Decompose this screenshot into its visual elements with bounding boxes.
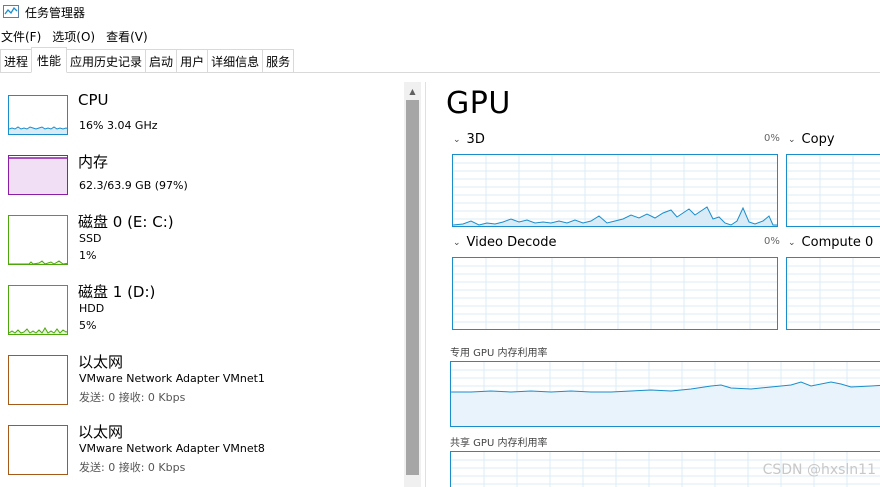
memory-thumbnail-graph: [8, 155, 68, 195]
engine-3d-graph: [452, 154, 778, 227]
chevron-down-icon: ⌄: [788, 237, 796, 248]
ethernet1-name: 以太网: [78, 353, 124, 371]
engine-selector-compute0[interactable]: ⌄ Compute 0: [788, 235, 873, 250]
engine-name-3d: 3D: [466, 132, 485, 147]
title-bar: 任务管理器: [0, 0, 880, 24]
menu-file[interactable]: 文件(F): [0, 28, 45, 45]
resource-list-scrollbar[interactable]: ▲: [404, 82, 421, 487]
ethernet1-adapter: VMware Network Adapter VMnet1: [79, 372, 265, 385]
resource-item-ethernet-vmnet8[interactable]: 以太网 VMware Network Adapter VMnet8 发送: 0 …: [0, 420, 404, 487]
task-manager-app-icon: [3, 5, 19, 19]
engine-name-compute0: Compute 0: [801, 235, 874, 250]
ethernet2-throughput: 发送: 0 接收: 0 Kbps: [79, 461, 186, 474]
engine-copy-graph: [786, 154, 880, 227]
tab-services[interactable]: 服务: [262, 49, 295, 72]
scroll-up-arrow-icon[interactable]: ▲: [404, 84, 421, 98]
ethernet2-name: 以太网: [78, 423, 124, 441]
tab-app-history[interactable]: 应用历史记录: [66, 49, 147, 72]
chevron-down-icon: ⌄: [453, 134, 461, 145]
tab-startup[interactable]: 启动: [145, 49, 178, 72]
tab-bar: 进程 性能 应用历史记录 启动 用户 详细信息 服务: [0, 47, 880, 73]
ethernet1-thumbnail-graph: [8, 355, 68, 405]
engine-name-video-decode: Video Decode: [466, 235, 557, 250]
dedicated-gpu-memory-label: 专用 GPU 内存利用率: [450, 348, 548, 359]
disk0-thumbnail-graph: [8, 215, 68, 265]
watermark: CSDN @hxsln11: [762, 462, 876, 478]
menu-bar: 文件(F) 选项(O) 查看(V): [0, 26, 158, 46]
shared-gpu-memory-label: 共享 GPU 内存利用率: [450, 438, 548, 449]
resource-item-disk1[interactable]: 磁盘 1 (D:) HDD 5%: [0, 280, 404, 350]
disk1-thumbnail-graph: [8, 285, 68, 335]
memory-name: 内存: [78, 153, 109, 171]
cpu-usage: 16% 3.04 GHz: [79, 119, 158, 132]
memory-usage: 62.3/63.9 GB (97%): [79, 179, 188, 192]
disk1-type: HDD: [79, 302, 105, 315]
cpu-thumbnail-graph: [8, 95, 68, 135]
engine-selector-3d[interactable]: ⌄ 3D: [453, 132, 485, 147]
resource-item-disk0[interactable]: 磁盘 0 (E: C:) SSD 1%: [0, 210, 404, 280]
pane-divider: [425, 82, 426, 487]
disk0-usage: 1%: [79, 249, 97, 262]
tab-processes[interactable]: 进程: [0, 49, 33, 72]
tab-details[interactable]: 详细信息: [207, 49, 264, 72]
menu-options[interactable]: 选项(O): [51, 28, 99, 45]
chevron-down-icon: ⌄: [453, 237, 461, 248]
disk0-name: 磁盘 0 (E: C:): [78, 213, 174, 231]
dedicated-gpu-memory-graph: [450, 361, 880, 427]
tab-performance[interactable]: 性能: [31, 47, 68, 73]
resource-list: CPU 16% 3.04 GHz 内存 62.3/63.9 GB (97%) 磁…: [0, 82, 404, 487]
gpu-title: GPU: [446, 86, 511, 121]
engine-name-copy: Copy: [801, 132, 835, 147]
ethernet2-adapter: VMware Network Adapter VMnet8: [79, 442, 265, 455]
engine-compute0-graph: [786, 257, 880, 330]
engine-video-decode-graph: [452, 257, 778, 330]
disk0-type: SSD: [79, 232, 102, 245]
disk1-usage: 5%: [79, 319, 97, 332]
engine-selector-video-decode[interactable]: ⌄ Video Decode: [453, 235, 556, 250]
tab-users[interactable]: 用户: [176, 49, 209, 72]
chevron-down-icon: ⌄: [788, 134, 796, 145]
scrollbar-thumb[interactable]: [406, 100, 419, 475]
ethernet2-thumbnail-graph: [8, 425, 68, 475]
engine-selector-copy[interactable]: ⌄ Copy: [788, 132, 835, 147]
menu-view[interactable]: 查看(V): [105, 28, 152, 45]
disk1-name: 磁盘 1 (D:): [78, 283, 156, 301]
cpu-name: CPU: [78, 91, 109, 109]
ethernet1-throughput: 发送: 0 接收: 0 Kbps: [79, 391, 186, 404]
resource-item-ethernet-vmnet1[interactable]: 以太网 VMware Network Adapter VMnet1 发送: 0 …: [0, 350, 404, 420]
engine-video-decode-percent: 0%: [764, 236, 780, 247]
engine-3d-percent: 0%: [764, 133, 780, 144]
window-title: 任务管理器: [25, 5, 86, 20]
